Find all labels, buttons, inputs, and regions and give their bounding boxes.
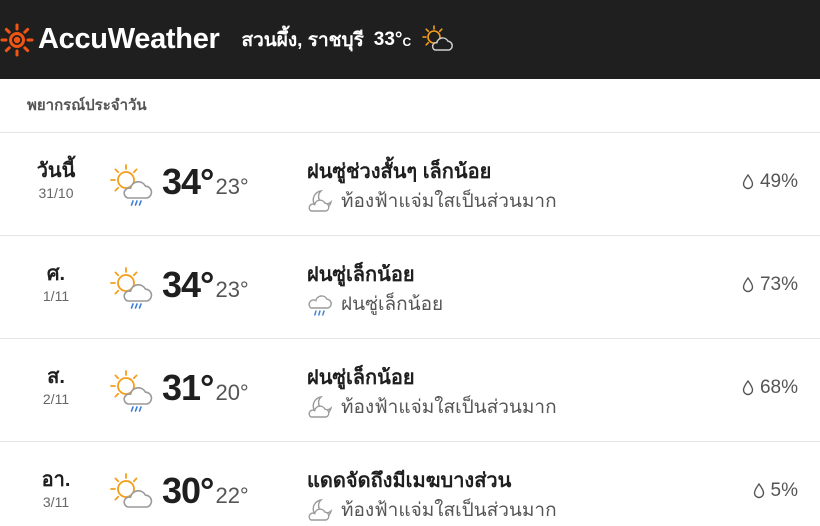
day-date: ศ. 1/11 xyxy=(20,263,92,304)
high-temp: 34° xyxy=(162,264,214,305)
sun-cloud-rain-icon xyxy=(110,267,153,309)
date-number: 2/11 xyxy=(42,391,70,407)
forecast-day-row[interactable]: อา. 3/11 30°22° แดดจัดถึงมีเมฆบางส่วน ท้… xyxy=(0,442,820,526)
date-number: 31/10 xyxy=(38,185,74,201)
raindrop-icon xyxy=(753,483,764,499)
forecast-day-row[interactable]: ส. 2/11 31°20° ฝนซู่เล็กน้อย ท้องฟ้าแจ่ม… xyxy=(0,339,820,442)
precipitation-chance: 68% xyxy=(742,377,798,399)
temperatures: 34°23° xyxy=(162,161,249,203)
low-temp: 23° xyxy=(215,277,249,302)
night-phrase: ฝนซู่เล็กน้อย xyxy=(341,294,444,315)
day-of-week: ส. xyxy=(47,366,65,388)
forecast-day-row[interactable]: วันนี้ 31/10 34°23° ฝนซู่ช่วงสั้นๆ เล็กน… xyxy=(0,133,820,236)
location-name[interactable]: สวนผึ้ง, ราชบุรี xyxy=(242,25,364,55)
forecast-day-row[interactable]: ศ. 1/11 34°23° ฝนซู่เล็กน้อย ฝนซู่เล็กน้… xyxy=(0,236,820,339)
night-forecast: ท้องฟ้าแจ่มใสเป็นส่วนมาก xyxy=(307,186,557,216)
date-number: 3/11 xyxy=(42,494,70,510)
precipitation-chance: 5% xyxy=(753,480,798,502)
raindrop-icon xyxy=(742,277,754,293)
current-temp-unit: C xyxy=(402,34,412,49)
day-of-week: วันนี้ xyxy=(36,160,76,182)
day-phrase: ฝนซู่ช่วงสั้นๆ เล็กน้อย xyxy=(307,161,492,183)
precip-value: 73% xyxy=(759,274,798,295)
partly-sunny-icon xyxy=(422,24,454,51)
night-phrase: ท้องฟ้าแจ่มใสเป็นส่วนมาก xyxy=(341,500,557,521)
night-forecast: ฝนซู่เล็กน้อย xyxy=(307,289,443,319)
day-date: วันนี้ 31/10 xyxy=(20,160,92,201)
night-phrase: ท้องฟ้าแจ่มใสเป็นส่วนมาก xyxy=(341,191,557,212)
moon-cloud-icon xyxy=(308,189,333,212)
temperatures: 31°20° xyxy=(162,367,249,409)
raindrop-icon xyxy=(742,174,754,190)
night-phrase: ท้องฟ้าแจ่มใสเป็นส่วนมาก xyxy=(341,397,557,418)
sun-cloud-icon xyxy=(110,473,153,508)
precip-value: 49% xyxy=(759,171,798,192)
high-temp: 31° xyxy=(162,367,214,408)
sun-cloud-rain-icon xyxy=(110,370,153,412)
day-phrase: ฝนซู่เล็กน้อย xyxy=(307,264,415,286)
day-date: ส. 2/11 xyxy=(20,366,92,407)
high-temp: 34° xyxy=(162,161,214,202)
night-forecast: ท้องฟ้าแจ่มใสเป็นส่วนมาก xyxy=(307,392,557,422)
moon-cloud-icon xyxy=(308,498,333,521)
low-temp: 20° xyxy=(215,380,249,405)
temperatures: 30°22° xyxy=(162,470,249,512)
top-bar: AccuWeather สวนผึ้ง, ราชบุรี 33°C xyxy=(0,0,820,79)
current-temperature[interactable]: 33°C xyxy=(374,29,411,51)
day-phrase: แดดจัดถึงมีเมฆบางส่วน xyxy=(307,470,512,492)
accuweather-sun-icon xyxy=(0,23,34,56)
low-temp: 23° xyxy=(215,174,249,199)
precip-value: 5% xyxy=(770,480,798,501)
daily-forecast-card: พยากรณ์ประจำวัน วันนี้ 31/10 34°23° ฝนซู… xyxy=(0,79,820,526)
low-temp: 22° xyxy=(215,483,249,508)
day-of-week: ศ. xyxy=(46,263,66,285)
cloud-rain-icon xyxy=(308,295,332,316)
day-of-week: อา. xyxy=(41,469,71,491)
sun-cloud-rain-icon xyxy=(110,164,153,206)
day-phrase: ฝนซู่เล็กน้อย xyxy=(307,367,415,389)
moon-cloud-icon xyxy=(308,395,333,418)
precipitation-chance: 73% xyxy=(742,274,798,296)
temperatures: 34°23° xyxy=(162,264,249,306)
brand-name: AccuWeather xyxy=(38,23,220,55)
day-date: อา. 3/11 xyxy=(20,469,92,510)
raindrop-icon xyxy=(742,380,754,396)
precip-value: 68% xyxy=(759,377,798,398)
night-forecast: ท้องฟ้าแจ่มใสเป็นส่วนมาก xyxy=(307,495,557,525)
date-number: 1/11 xyxy=(42,288,70,304)
daily-forecast-title: พยากรณ์ประจำวัน xyxy=(0,79,820,133)
high-temp: 30° xyxy=(162,470,214,511)
current-temp-value: 33° xyxy=(373,28,403,50)
precipitation-chance: 49% xyxy=(742,171,798,193)
accuweather-logo[interactable]: AccuWeather xyxy=(0,23,220,57)
